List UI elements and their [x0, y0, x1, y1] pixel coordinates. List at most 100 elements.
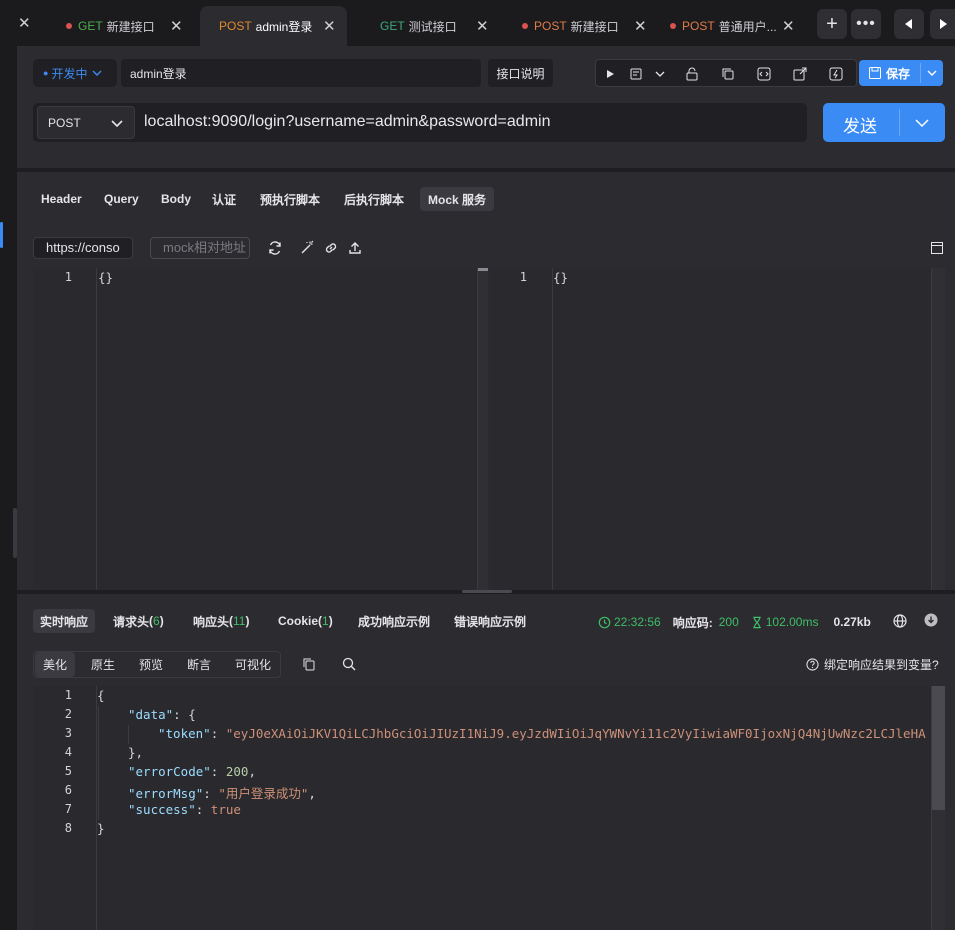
tab-response-headers[interactable]: 响应头(11)	[186, 609, 256, 633]
tab-method: POST	[534, 19, 567, 33]
mock-path-input[interactable]: mock相对地址	[150, 237, 250, 259]
api-doc-button[interactable]: 接口说明	[488, 59, 553, 87]
tab-raw[interactable]: 原生	[83, 652, 123, 677]
chevron-down-icon[interactable]	[926, 67, 938, 79]
line-number: 1	[519, 270, 527, 284]
clock-icon	[598, 616, 611, 628]
tab-auth[interactable]: 认证	[204, 187, 244, 211]
tab-mock-service[interactable]: Mock 服务	[420, 187, 495, 211]
line-number: 1	[64, 270, 72, 284]
close-icon[interactable]: ✕	[476, 17, 489, 35]
line-number: 2	[64, 707, 72, 721]
tab-post-script[interactable]: 后执行脚本	[336, 187, 412, 211]
search-icon[interactable]	[342, 657, 356, 671]
flash-icon[interactable]	[828, 66, 844, 82]
unlock-icon[interactable]	[684, 66, 700, 82]
tab-header[interactable]: Header	[33, 187, 90, 211]
close-icon[interactable]: ✕	[18, 14, 31, 32]
more-icon[interactable]: •••	[851, 9, 881, 39]
indent-guide	[98, 706, 99, 820]
document-icon[interactable]	[628, 66, 644, 82]
tab-method: POST	[219, 19, 252, 33]
close-icon[interactable]: ✕	[323, 17, 336, 35]
status-dot: ●	[43, 68, 49, 78]
json-key: "errorMsg"	[128, 786, 204, 801]
copy-icon[interactable]	[720, 66, 736, 82]
json-key: "token"	[158, 726, 211, 741]
tab-label: 新建接口	[570, 19, 619, 34]
json-key: "errorCode"	[128, 764, 211, 779]
editor-gutter-divider	[96, 686, 97, 930]
scrollbar-thumb[interactable]	[478, 268, 488, 271]
mock-response-editor[interactable]	[491, 268, 945, 590]
add-tab-button[interactable]: +	[817, 9, 847, 39]
save-button[interactable]: 保存	[859, 60, 943, 86]
tab-assertion[interactable]: 断言	[179, 652, 219, 677]
panel-layout-icon[interactable]	[930, 241, 944, 255]
tab-pre-script[interactable]: 预执行脚本	[252, 187, 328, 211]
tab-post-new-api[interactable]: POST 新建接口 ✕	[518, 6, 658, 46]
json-line: "data": {	[128, 707, 196, 722]
response-meta: 22:32:56 响应码: 200 102.00ms 0.27kb	[598, 613, 871, 631]
json-key: "success"	[128, 802, 196, 817]
copy-icon[interactable]	[302, 657, 316, 671]
tab-query[interactable]: Query	[96, 187, 147, 211]
tab-post-normal-user[interactable]: POST 普通用户... ✕	[666, 6, 806, 46]
tab-request-headers[interactable]: 请求头(6)	[106, 609, 171, 633]
line-number: 5	[64, 764, 72, 778]
upload-icon[interactable]	[347, 240, 363, 256]
url-input[interactable]: localhost:9090/login?username=admin&pass…	[144, 113, 550, 131]
api-name-input[interactable]: admin登录	[121, 59, 481, 87]
save-label: 保存	[886, 66, 911, 81]
line-number: 7	[64, 802, 72, 816]
triangle-left-icon	[905, 19, 912, 29]
tab-body[interactable]: Body	[153, 187, 199, 211]
tab-preview[interactable]: 预览	[131, 652, 171, 677]
download-icon[interactable]	[924, 613, 938, 627]
globe-icon[interactable]	[893, 614, 907, 628]
code-icon[interactable]	[756, 66, 772, 82]
env-status-label: 开发中	[51, 66, 88, 81]
mock-response-code: {}	[553, 270, 569, 285]
tab-success-example[interactable]: 成功响应示例	[351, 609, 437, 633]
tab-get-new-api[interactable]: GET 新建接口 ✕	[62, 6, 188, 46]
tab-realtime-response[interactable]: 实时响应	[33, 609, 96, 633]
editor-scrollbar[interactable]	[931, 268, 945, 590]
hourglass-icon	[753, 616, 761, 628]
send-button[interactable]: 发送	[823, 103, 945, 142]
tab-beautify[interactable]: 美化	[35, 652, 76, 677]
editor-scrollbar[interactable]	[477, 268, 488, 590]
method-select[interactable]: POST	[37, 106, 135, 139]
scroll-left-button[interactable]	[894, 9, 924, 39]
close-icon[interactable]: ✕	[634, 17, 647, 35]
close-icon[interactable]: ✕	[170, 17, 183, 35]
json-line: {	[97, 688, 105, 703]
bind-response-link[interactable]: 绑定响应结果到变量?	[806, 656, 939, 673]
chevron-down-icon	[111, 120, 123, 128]
editor-gutter-divider	[552, 268, 553, 590]
tab-error-example[interactable]: 错误响应示例	[447, 609, 533, 633]
magic-wand-icon[interactable]	[299, 240, 315, 256]
tab-post-admin-login[interactable]: POST admin登录 ✕	[200, 6, 347, 46]
chevron-down-icon[interactable]	[914, 115, 930, 131]
tab-method: POST	[682, 19, 715, 33]
scrollbar-thumb[interactable]	[932, 686, 945, 810]
share-icon[interactable]	[792, 66, 808, 82]
run-icon[interactable]	[602, 66, 618, 82]
tab-cookie[interactable]: Cookie(1)	[271, 609, 340, 633]
close-icon[interactable]: ✕	[782, 17, 795, 35]
chevron-down-icon[interactable]	[652, 66, 668, 82]
line-number: 8	[64, 821, 72, 835]
json-line: "errorMsg": "用户登录成功",	[128, 786, 316, 801]
indent-guide	[128, 725, 129, 744]
tab-visualize[interactable]: 可视化	[227, 652, 279, 677]
splitter-handle[interactable]	[462, 590, 512, 593]
link-icon[interactable]	[323, 240, 339, 256]
refresh-icon[interactable]	[267, 240, 283, 256]
left-edge-marker	[0, 222, 3, 248]
scroll-right-button[interactable]	[930, 9, 955, 39]
tab-get-test-api[interactable]: GET 测试接口 ✕	[380, 6, 500, 46]
env-status-select[interactable]: ● 开发中	[33, 59, 117, 87]
mock-request-editor[interactable]	[33, 268, 489, 590]
mock-url-field[interactable]: https://conso	[33, 237, 133, 259]
